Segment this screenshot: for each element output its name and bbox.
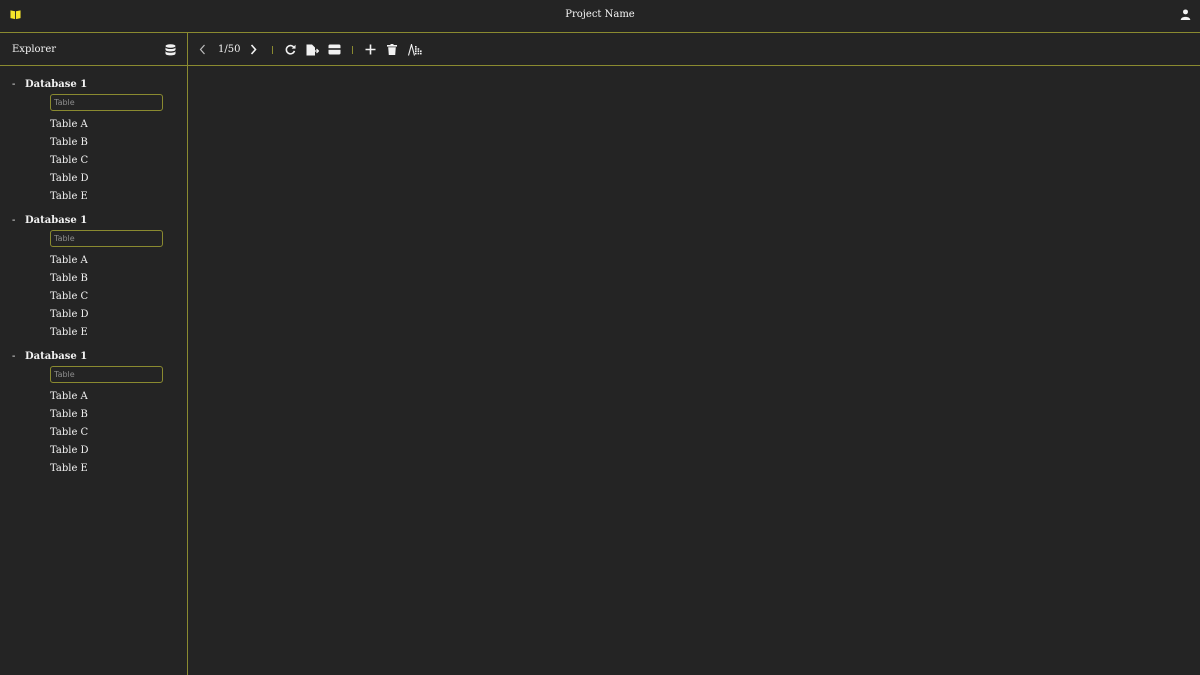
table-item[interactable]: Table D: [0, 306, 187, 324]
table-filter-input[interactable]: [50, 230, 163, 247]
table-item[interactable]: Table B: [0, 270, 187, 288]
collapse-toggle[interactable]: -: [12, 79, 15, 90]
table-item[interactable]: Table E: [0, 460, 187, 478]
explorer-title: Explorer: [12, 44, 57, 55]
export-file-icon[interactable]: [306, 44, 319, 56]
explorer-header: Explorer: [0, 33, 187, 66]
collapse-toggle[interactable]: -: [12, 351, 15, 362]
table-item[interactable]: Table A: [0, 252, 187, 270]
table-filter-input[interactable]: [50, 366, 163, 383]
collapse-toggle[interactable]: -: [12, 215, 15, 226]
table-filter-input[interactable]: [50, 94, 163, 111]
table-item[interactable]: Table C: [0, 288, 187, 306]
database-name: Database 1: [25, 79, 88, 90]
sort-data-icon[interactable]: [408, 44, 422, 56]
table-item[interactable]: Table E: [0, 188, 187, 206]
table-item[interactable]: Table C: [0, 424, 187, 442]
database-icon[interactable]: [165, 44, 176, 56]
toolbar: 1/50: [188, 33, 1200, 66]
database-tree: - Database 1 Table A Table B Table C Tab…: [0, 66, 187, 478]
table-list: Table A Table B Table C Table D Table E: [0, 252, 187, 342]
table-item[interactable]: Table D: [0, 170, 187, 188]
table-item[interactable]: Table A: [0, 388, 187, 406]
database-name: Database 1: [25, 215, 88, 226]
table-item[interactable]: Table B: [0, 134, 187, 152]
toolbar-separator: [352, 46, 353, 54]
main-content-area: [188, 66, 1200, 675]
table-list: Table A Table B Table C Table D Table E: [0, 388, 187, 478]
database-name: Database 1: [25, 351, 88, 362]
trash-icon[interactable]: [387, 44, 397, 55]
table-item[interactable]: Table C: [0, 152, 187, 170]
user-icon[interactable]: [1180, 9, 1191, 20]
chevron-right-icon[interactable]: [250, 44, 257, 55]
explorer-sidebar: Explorer - Database 1 Table A Table B Ta…: [0, 33, 188, 675]
refresh-icon[interactable]: [285, 44, 296, 55]
database-group: - Database 1 Table A Table B Table C Tab…: [0, 78, 187, 206]
chevron-left-icon[interactable]: [199, 44, 206, 55]
toolbar-separator: [272, 46, 273, 54]
top-bar: Project Name: [0, 0, 1200, 33]
database-group: - Database 1 Table A Table B Table C Tab…: [0, 350, 187, 478]
database-group: - Database 1 Table A Table B Table C Tab…: [0, 214, 187, 342]
table-item[interactable]: Table B: [0, 406, 187, 424]
plus-icon[interactable]: [365, 44, 376, 55]
table-list: Table A Table B Table C Table D Table E: [0, 116, 187, 206]
database-row[interactable]: - Database 1: [0, 78, 187, 94]
database-row[interactable]: - Database 1: [0, 350, 187, 366]
card-icon[interactable]: [328, 44, 341, 55]
table-item[interactable]: Table D: [0, 442, 187, 460]
pagination-indicator: 1/50: [218, 44, 241, 55]
project-name: Project Name: [565, 9, 635, 20]
table-item[interactable]: Table A: [0, 116, 187, 134]
database-row[interactable]: - Database 1: [0, 214, 187, 230]
table-item[interactable]: Table E: [0, 324, 187, 342]
